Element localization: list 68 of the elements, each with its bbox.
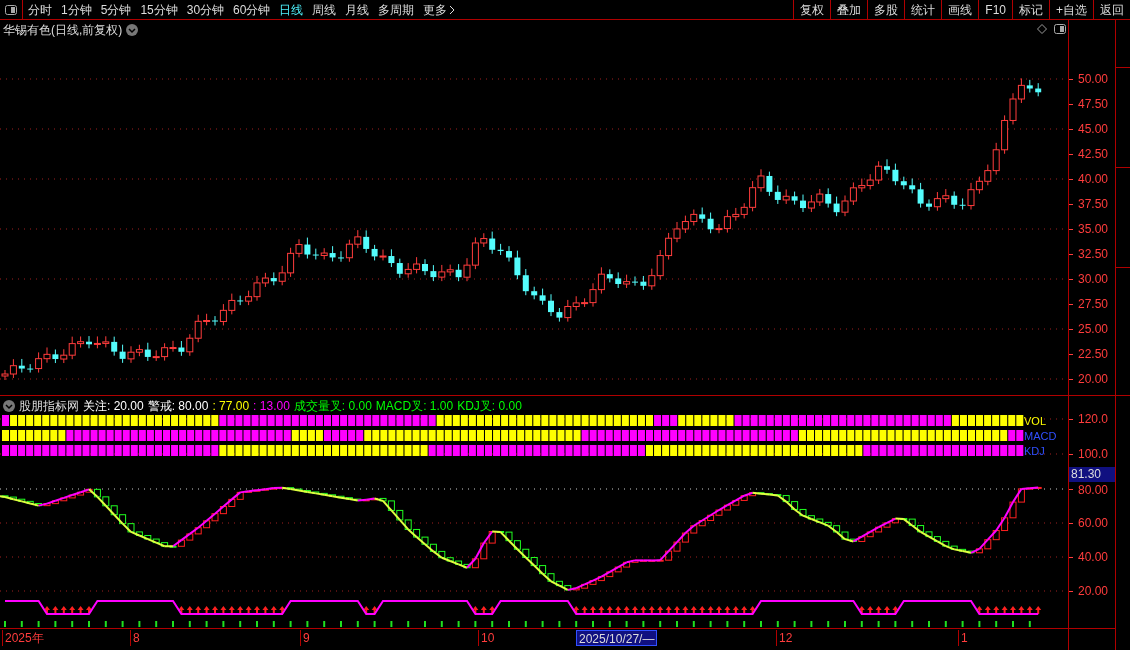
- date-label: 10: [478, 630, 497, 646]
- row-label: MACD: [1024, 429, 1057, 444]
- axis-label: 32.50: [1078, 248, 1109, 260]
- chevron-icon: [449, 4, 456, 15]
- toolbar-button[interactable]: 画线: [941, 0, 979, 20]
- period-tab[interactable]: 5分钟: [100, 0, 132, 19]
- panel-toggle-icon[interactable]: [5, 4, 17, 15]
- date-label: 9: [300, 630, 312, 646]
- candle: [506, 245, 512, 263]
- axis-label: 20.00: [1078, 585, 1109, 597]
- toolbar-button[interactable]: +自选: [1049, 0, 1093, 20]
- date-label: 12: [776, 630, 795, 646]
- toolbar-button[interactable]: 标记: [1012, 0, 1049, 20]
- diamond-icon[interactable]: [1037, 24, 1047, 34]
- row-label: KDJ: [1024, 444, 1046, 459]
- toolbar-button[interactable]: 叠加: [830, 0, 868, 20]
- axis-label: 80.00: [1078, 484, 1109, 496]
- period-tab[interactable]: 月线: [345, 0, 370, 19]
- date-label: 8: [130, 630, 142, 646]
- indicator-value: : 77.00: [212, 398, 250, 415]
- toolbar-button[interactable]: 多股: [867, 0, 905, 20]
- date-label: 2025年: [2, 630, 46, 646]
- period-tab[interactable]: 周线: [312, 0, 337, 19]
- axis-label: 25.00: [1078, 323, 1109, 335]
- axis-label: 45.00: [1078, 123, 1109, 135]
- panel-toggle-icon[interactable]: [1054, 24, 1066, 34]
- indicator-value: KDJ叉: 0.00: [457, 398, 522, 415]
- indicator-title: 股朋指标网: [19, 398, 79, 415]
- axis-label: 20.00: [1078, 373, 1109, 385]
- indicator-value: 成交量叉: 0.00: [293, 398, 372, 415]
- axis-label: 47.50: [1078, 98, 1109, 110]
- chevron-icon[interactable]: [3, 400, 15, 412]
- more-button[interactable]: 更多: [423, 0, 456, 19]
- axis-label: 30.00: [1078, 273, 1109, 285]
- axis-label: 60.00: [1078, 517, 1109, 529]
- candle: [1035, 82, 1042, 97]
- toolbar-button[interactable]: 返回: [1093, 0, 1130, 20]
- toolbar-button[interactable]: 复权: [793, 0, 831, 20]
- period-tab[interactable]: 日线: [279, 0, 304, 19]
- axis-label: 50.00: [1078, 73, 1109, 85]
- indicator-value: : 13.00: [253, 398, 290, 415]
- chart-title: 华锡有色(日线,前复权): [3, 22, 123, 39]
- row-label: VOL: [1024, 414, 1047, 429]
- date-label: 2025/10/27/—: [576, 630, 658, 646]
- axis-label: 37.50: [1078, 198, 1109, 210]
- toolbar-button[interactable]: F10: [978, 0, 1012, 20]
- axis-label: 100.0: [1078, 448, 1109, 460]
- date-label: 1: [958, 630, 970, 646]
- axis-label: 40.00: [1078, 173, 1109, 185]
- period-tab[interactable]: 30分钟: [186, 0, 225, 19]
- axis-label: 120.0: [1078, 413, 1109, 425]
- period-tab[interactable]: 60分钟: [233, 0, 271, 19]
- period-tab[interactable]: 1分钟: [61, 0, 92, 19]
- indicator-value: 关注: 20.00: [83, 398, 144, 415]
- axis-label: 27.50: [1078, 298, 1109, 310]
- current-value-label: 81.30: [1069, 467, 1115, 482]
- candle: [548, 293, 554, 317]
- axis-label: 22.50: [1078, 348, 1109, 360]
- axis-label: 35.00: [1078, 223, 1109, 235]
- toolbar-button[interactable]: 统计: [904, 0, 942, 20]
- axis-label: 42.50: [1078, 148, 1109, 160]
- period-tab[interactable]: 15分钟: [140, 0, 178, 19]
- axis-label: 40.00: [1078, 551, 1109, 563]
- period-tab[interactable]: 多周期: [378, 0, 415, 19]
- period-tab[interactable]: 分时: [28, 0, 52, 19]
- chevron-icon[interactable]: [126, 24, 139, 36]
- indicator-value: MACD叉: 1.00: [375, 398, 454, 415]
- indicator-value: 警戒: 80.00: [147, 398, 209, 415]
